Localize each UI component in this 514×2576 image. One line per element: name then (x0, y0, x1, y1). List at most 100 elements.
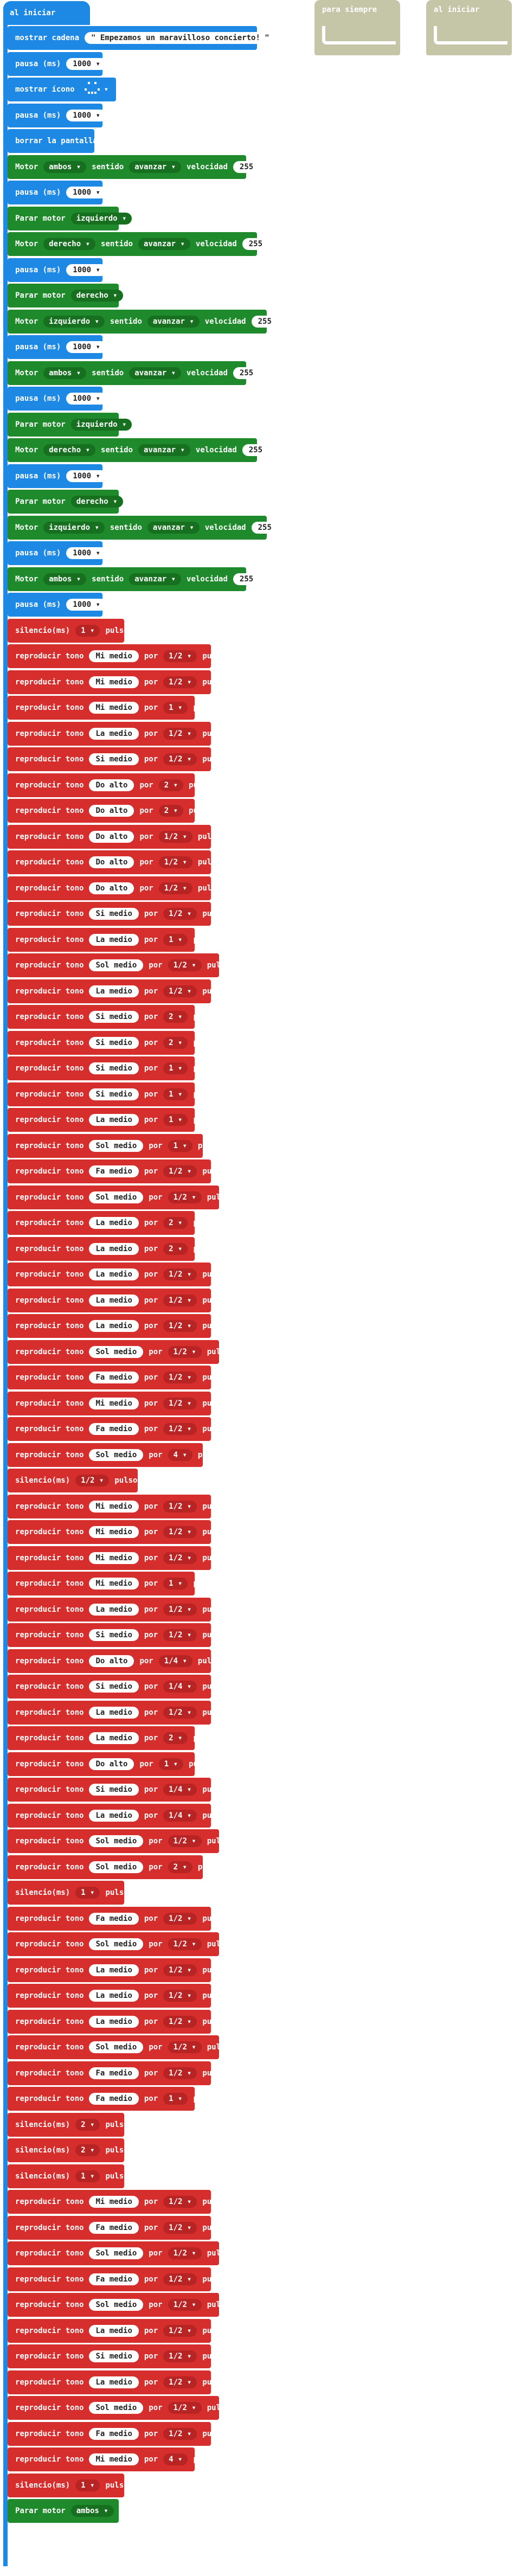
motor-block[interactable]: Motor izquierdo ▾ sentido avanzar ▾ velocida… (8, 515, 278, 540)
play-tone-block[interactable]: reproducir tono Sol medio por 1/2 ▾ pulso (8, 1340, 230, 1364)
note-field[interactable]: Do alto (89, 1758, 134, 1770)
beat-dropdown[interactable]: 2 ▾ (163, 1242, 188, 1255)
note-field[interactable]: Si medio (89, 1011, 139, 1023)
rest-block[interactable]: silencio(ms) 2 ▾ pulso (8, 2112, 128, 2137)
beat-dropdown[interactable]: 1 ▾ (75, 2479, 100, 2491)
play-tone-block[interactable]: reproducir tono Fa medio por 1/2 ▾ pulso (8, 1417, 225, 1441)
note-field[interactable]: La medio (89, 1294, 139, 1306)
beat-dropdown[interactable]: 1 ▾ (163, 702, 188, 714)
note-field[interactable]: Do alto (89, 830, 134, 843)
speed-value[interactable]: 255 (242, 238, 269, 250)
basic-block[interactable]: borrar la pantalla (8, 129, 98, 153)
play-tone-block[interactable]: reproducir tono Sol medio por 1 ▾ pulso (8, 1133, 221, 1158)
direction-dropdown[interactable]: avanzar ▾ (129, 573, 182, 585)
motor-block[interactable]: Motor ambos ▾ sentido avanzar ▾ velocidad 255 (8, 361, 260, 385)
motor-dropdown[interactable]: derecho ▾ (70, 496, 123, 508)
play-tone-block[interactable]: reproducir tono Fa medio por 1/2 ▾ pulso (8, 2267, 225, 2291)
on-start-hat[interactable]: al iniciar (3, 1, 90, 25)
play-tone-block[interactable]: reproducir tono Mi medio por 1/2 ▾ pulso (8, 2190, 225, 2214)
beat-dropdown[interactable]: 1/4 ▾ (163, 1809, 197, 1822)
play-tone-block[interactable]: reproducir tono La medio por 1 ▾ pulso (8, 927, 216, 952)
beat-dropdown[interactable]: 1/2 ▾ (158, 830, 192, 843)
basic-block[interactable]: pausa (ms) 1000 ▾ (8, 541, 107, 565)
motor-dropdown[interactable]: ambos ▾ (70, 2505, 114, 2517)
beat-dropdown[interactable]: 1/2 ▾ (158, 856, 192, 868)
motor-block[interactable]: Parar motor ambos ▾ (8, 2499, 119, 2523)
beat-dropdown[interactable]: 1/4 ▾ (163, 1681, 197, 1693)
value-field[interactable]: 1000 ▾ (66, 547, 107, 559)
beat-dropdown[interactable]: 1/2 ▾ (163, 2427, 197, 2440)
motor-block[interactable]: Motor ambos ▾ sentido avanzar ▾ velocidad 255 (8, 155, 260, 179)
value-field[interactable]: 1000 ▾ (66, 599, 107, 611)
note-field[interactable]: La medio (89, 1809, 139, 1822)
beat-dropdown[interactable]: 2 ▾ (75, 2144, 100, 2156)
rest-block[interactable]: silencio(ms) 2 ▾ pulso (8, 2138, 128, 2162)
motor-block[interactable]: Parar motor derecho ▾ (8, 284, 123, 307)
beat-dropdown[interactable]: 1/2 ▾ (168, 1345, 202, 1358)
beat-dropdown[interactable]: 1/2 ▾ (163, 1990, 197, 2002)
play-tone-block[interactable]: reproducir tono Si medio por 1/2 ▾ pulso (8, 1623, 225, 1647)
note-field[interactable]: Si medio (89, 2350, 139, 2362)
note-field[interactable]: Sol medio (89, 1835, 144, 1847)
note-field[interactable]: Fa medio (89, 2427, 139, 2440)
speed-value[interactable]: 255 (233, 161, 260, 173)
play-tone-block[interactable]: reproducir tono Do alto por 2 ▾ pulso (8, 773, 211, 797)
basic-block[interactable]: pausa (ms) 1000 ▾ (8, 103, 107, 127)
beat-dropdown[interactable]: 1 ▾ (75, 624, 100, 637)
note-field[interactable]: Sol medio (89, 1191, 144, 1203)
direction-dropdown[interactable]: avanzar ▾ (129, 367, 182, 379)
note-field[interactable]: Mi medio (89, 2453, 139, 2465)
value-field[interactable]: 1000 ▾ (66, 57, 107, 70)
motor-block[interactable]: Motor izquierdo ▾ sentido avanzar ▾ velocida… (8, 309, 278, 334)
play-tone-block[interactable]: reproducir tono La medio por 1/2 ▾ pulso (8, 1700, 225, 1725)
note-field[interactable]: Sol medio (89, 1938, 144, 1950)
beat-dropdown[interactable]: 1/2 ▾ (163, 1603, 197, 1616)
note-field[interactable]: Fa medio (89, 1912, 139, 1925)
note-field[interactable]: Do alto (89, 1655, 134, 1667)
note-field[interactable]: La medio (89, 1114, 139, 1126)
basic-block[interactable]: pausa (ms) 1000 ▾ (8, 464, 107, 488)
beat-dropdown[interactable]: 2 ▾ (75, 2118, 100, 2131)
play-tone-block[interactable]: reproducir tono Mi medio por 1/2 ▾ pulso (8, 644, 225, 668)
note-field[interactable]: Mi medio (89, 1552, 139, 1564)
play-tone-block[interactable]: reproducir tono La medio por 1/2 ▾ pulso (8, 1958, 225, 1982)
note-field[interactable]: Do alto (89, 856, 134, 868)
beat-dropdown[interactable]: 1 ▾ (75, 1887, 100, 1899)
speed-value[interactable]: 255 (251, 521, 278, 534)
play-tone-block[interactable]: reproducir tono Si medio por 2 ▾ pulso (8, 1005, 216, 1029)
note-field[interactable]: Sol medio (89, 1449, 144, 1461)
basic-block[interactable]: pausa (ms) 1000 ▾ (8, 335, 107, 359)
beat-dropdown[interactable]: 1/2 ▾ (163, 985, 197, 997)
basic-block[interactable]: mostrar cadena " Empezamos un maravilloso… (8, 26, 276, 50)
note-field[interactable]: La medio (89, 1217, 139, 1229)
note-field[interactable]: Si medio (89, 1036, 139, 1049)
beat-dropdown[interactable]: 1/2 ▾ (168, 1191, 202, 1203)
play-tone-block[interactable]: reproducir tono Si medio por 1/2 ▾ pulso (8, 902, 225, 926)
beat-dropdown[interactable]: 1/2 ▾ (75, 1475, 110, 1486)
motor-dropdown[interactable]: derecho ▾ (43, 444, 96, 456)
play-tone-block[interactable]: reproducir tono Do alto por 1/2 ▾ pulso (8, 824, 221, 849)
play-tone-block[interactable]: reproducir tono Mi medio por 1/2 ▾ pulso (8, 1391, 225, 1415)
beat-dropdown[interactable]: 1/2 ▾ (163, 1320, 197, 1332)
direction-dropdown[interactable]: avanzar ▾ (129, 161, 182, 173)
play-tone-block[interactable]: reproducir tono Sol medio por 1/2 ▾ pulso (8, 2241, 230, 2265)
note-field[interactable]: Sol medio (89, 2041, 144, 2053)
play-tone-block[interactable]: reproducir tono La medio por 1/2 ▾ pulso (8, 1263, 225, 1286)
note-field[interactable]: Fa medio (89, 1372, 139, 1383)
note-field[interactable]: La medio (89, 2324, 139, 2337)
direction-dropdown[interactable]: avanzar ▾ (147, 521, 200, 534)
beat-dropdown[interactable]: 1/2 ▾ (163, 2376, 197, 2388)
rest-block[interactable]: silencio(ms) 1 ▾ pulso (8, 618, 128, 643)
play-tone-block[interactable]: reproducir tono Mi medio por 1/2 ▾ pulso (8, 1546, 225, 1570)
play-tone-block[interactable]: reproducir tono La medio por 1/2 ▾ pulso (8, 1314, 225, 1338)
beat-dropdown[interactable]: 1/2 ▾ (168, 2247, 202, 2259)
motor-dropdown[interactable]: izquierdo ▾ (70, 212, 132, 225)
beat-dropdown[interactable]: 1/2 ▾ (163, 1294, 197, 1306)
note-field[interactable]: Si medio (89, 1784, 139, 1796)
note-field[interactable]: La medio (89, 1242, 139, 1255)
play-tone-block[interactable]: reproducir tono Fa medio por 1 ▾ pulso (8, 2087, 216, 2111)
play-tone-block[interactable]: reproducir tono Fa medio por 1/2 ▾ pulso (8, 2421, 225, 2446)
beat-dropdown[interactable]: 1/2 ▾ (163, 1706, 197, 1719)
motor-dropdown[interactable]: izquierdo ▾ (43, 521, 105, 534)
value-field[interactable]: 1000 ▾ (66, 187, 107, 198)
